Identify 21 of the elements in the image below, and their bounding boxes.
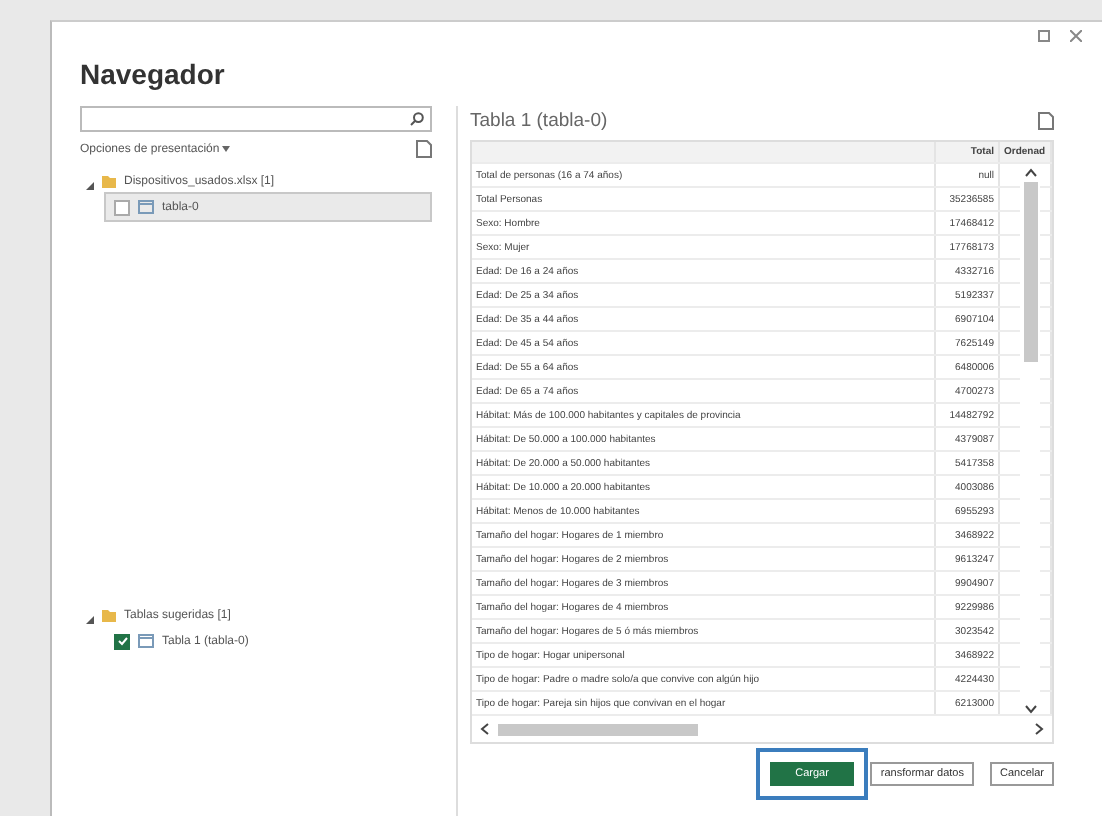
folder-icon	[102, 609, 116, 621]
checkbox[interactable]	[114, 199, 130, 215]
dialog-title: Navegador	[80, 58, 227, 90]
search-icon[interactable]	[410, 112, 424, 126]
expand-icon[interactable]	[86, 181, 94, 189]
scroll-left-icon[interactable]	[480, 722, 490, 736]
document-icon[interactable]	[1038, 112, 1054, 130]
maximize-icon[interactable]	[1038, 30, 1050, 42]
close-icon[interactable]	[1070, 30, 1082, 42]
expand-icon[interactable]	[86, 615, 94, 623]
caret-icon[interactable]	[222, 145, 231, 151]
table-icon	[138, 634, 154, 648]
document-icon[interactable]	[416, 140, 432, 158]
search-field[interactable]	[80, 106, 432, 132]
scroll-down-icon[interactable]	[1023, 704, 1037, 714]
folder-icon	[102, 175, 116, 187]
preview-title: Tabla 1 (tabla-0)	[470, 110, 608, 132]
table-icon	[138, 200, 154, 214]
scroll-right-icon[interactable]	[1034, 722, 1044, 736]
checkbox[interactable]	[114, 633, 130, 649]
scroll-up-icon[interactable]	[1023, 168, 1037, 178]
